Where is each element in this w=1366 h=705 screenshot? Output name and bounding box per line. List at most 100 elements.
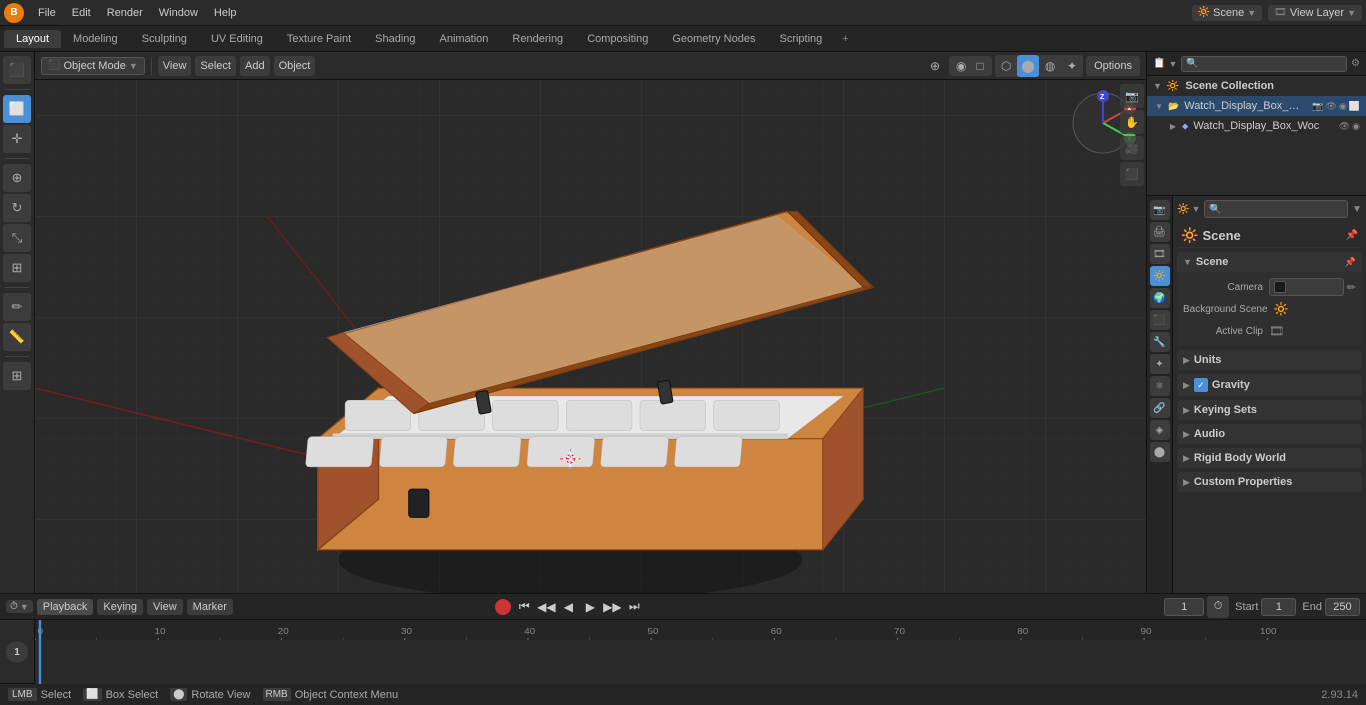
skip-end-btn[interactable]: ⏭ [625, 598, 643, 616]
tab-scripting[interactable]: Scripting [767, 30, 834, 48]
play-reverse-btn[interactable]: ◀ [559, 598, 577, 616]
playback-btn[interactable]: Playback [37, 599, 94, 615]
timer-btn[interactable]: ⏱ [1207, 596, 1229, 618]
menu-render[interactable]: Render [99, 5, 151, 21]
item-0-eye-icon[interactable]: 👁 [1325, 101, 1336, 112]
measure-btn[interactable]: 📏 [3, 323, 31, 351]
item-0-render-icon[interactable]: ◉ [1339, 101, 1347, 112]
end-frame-input[interactable] [1325, 598, 1360, 616]
custom-props-header[interactable]: ▶ Custom Properties [1177, 472, 1362, 492]
wireframe-btn[interactable]: ⬡ [995, 55, 1017, 77]
add-menu-btn[interactable]: Add [240, 56, 270, 76]
item-0-select-icon[interactable]: ⬜ [1349, 101, 1360, 112]
menu-help[interactable]: Help [206, 5, 245, 21]
tab-layout[interactable]: Layout [4, 30, 61, 48]
props-render-icon[interactable]: 📷 [1150, 200, 1170, 220]
timeline-track[interactable]: 0 10 20 30 40 50 60 70 80 90 1 [35, 620, 1366, 684]
props-viewlayer-icon[interactable]: 🎞 [1150, 244, 1170, 264]
tab-geometry-nodes[interactable]: Geometry Nodes [660, 30, 767, 48]
add-workspace-tab[interactable]: + [834, 30, 856, 48]
audio-header[interactable]: ▶ Audio [1177, 424, 1362, 444]
rotate-btn[interactable]: ↻ [3, 194, 31, 222]
record-btn[interactable] [495, 599, 511, 615]
scene-section-header[interactable]: ▼ Scene 📌 [1177, 252, 1362, 272]
gravity-section-header[interactable]: ▶ ✓ Gravity [1177, 374, 1362, 396]
props-object-icon[interactable]: ⬛ [1150, 310, 1170, 330]
camera-lock-btn[interactable]: 🎥 [1120, 136, 1144, 160]
tab-texture-paint[interactable]: Texture Paint [275, 30, 363, 48]
menu-edit[interactable]: Edit [64, 5, 99, 21]
props-physics-icon[interactable]: ⚛ [1150, 376, 1170, 396]
tab-uv-editing[interactable]: UV Editing [199, 30, 275, 48]
rendered-btn[interactable]: ✦ [1061, 55, 1083, 77]
move-btn[interactable]: ⊕ [3, 164, 31, 192]
view-layer-selector[interactable]: 🎞 View Layer ▼ [1268, 5, 1362, 21]
props-output-icon[interactable]: 🖨 [1150, 222, 1170, 242]
editor-type-btn[interactable]: ⬛ [3, 56, 31, 84]
outliner-search[interactable] [1181, 56, 1347, 72]
props-scene-icon[interactable]: 🔆 [1150, 266, 1170, 286]
props-constraints-icon[interactable]: 🔗 [1150, 398, 1170, 418]
collection-expand-icon[interactable] [1153, 81, 1162, 91]
view-btn[interactable]: View [147, 599, 183, 615]
outliner-item-1[interactable]: ▶ ⬥ Watch_Display_Box_Woc 👁 ◉ [1147, 116, 1366, 136]
object-mode-selector[interactable]: ⬛ Object Mode ▼ [41, 57, 145, 75]
camera-pencil-icon[interactable]: ✏ [1347, 281, 1356, 294]
camera-field-input[interactable] [1269, 278, 1344, 296]
item-0-camera-icon[interactable]: 📷 [1312, 101, 1323, 112]
solid-btn[interactable]: ⬤ [1017, 55, 1039, 77]
props-world-icon[interactable]: 🌍 [1150, 288, 1170, 308]
step-back-btn[interactable]: ◀◀ [537, 598, 555, 616]
scene-section-pin[interactable]: 📌 [1345, 257, 1356, 268]
scale-btn[interactable]: ⤡ [3, 224, 31, 252]
props-material-icon[interactable]: ⬤ [1150, 442, 1170, 462]
frame-number-display[interactable]: 1 [6, 641, 28, 663]
tab-sculpting[interactable]: Sculpting [130, 30, 199, 48]
item-1-render-icon[interactable]: ◉ [1352, 121, 1360, 132]
tab-compositing[interactable]: Compositing [575, 30, 660, 48]
props-data-icon[interactable]: ◈ [1150, 420, 1170, 440]
tab-modeling[interactable]: Modeling [61, 30, 130, 48]
play-btn[interactable]: ▶ [581, 598, 599, 616]
xray-btn[interactable]: □ [971, 57, 989, 75]
units-section-header[interactable]: ▶ Units [1177, 350, 1362, 370]
gizmo-toggle[interactable]: ⊕ [924, 55, 946, 77]
scene-pin-icon[interactable]: 📌 [1346, 230, 1358, 241]
outliner-editor-type[interactable]: 📋 ▼ [1153, 58, 1177, 69]
props-filter-icon[interactable]: ▼ [1352, 204, 1362, 215]
item-0-expand[interactable]: ▼ [1153, 102, 1165, 111]
item-1-eye-icon[interactable]: 👁 [1339, 121, 1350, 132]
keying-sets-header[interactable]: ▶ Keying Sets [1177, 400, 1362, 420]
menu-window[interactable]: Window [151, 5, 206, 21]
current-frame-input[interactable] [1164, 598, 1204, 616]
bg-scene-icon[interactable]: 🔆 [1274, 302, 1289, 316]
options-btn[interactable]: Options [1086, 56, 1140, 76]
tab-shading[interactable]: Shading [363, 30, 427, 48]
select-menu-btn[interactable]: Select [195, 56, 236, 76]
view-menu-btn[interactable]: View [158, 56, 192, 76]
props-editor-type[interactable]: 🔆 ▼ [1177, 204, 1200, 215]
timeline-editor-type[interactable]: ⏱ ▼ [6, 600, 33, 613]
rigid-body-header[interactable]: ▶ Rigid Body World [1177, 448, 1362, 468]
overlay-btn[interactable]: ◉ [952, 57, 970, 75]
marker-btn[interactable]: Marker [187, 599, 233, 615]
add-object-btn[interactable]: ⊞ [3, 362, 31, 390]
props-search[interactable] [1204, 200, 1348, 218]
scene-selector[interactable]: 🔆 Scene ▼ [1192, 5, 1263, 21]
active-clip-icon[interactable]: 🎞 [1269, 324, 1284, 338]
start-frame-input[interactable] [1261, 598, 1296, 616]
skip-start-btn[interactable]: ⏮ [515, 598, 533, 616]
hand-tool-btn[interactable]: ✋ [1120, 110, 1144, 134]
transform-btn[interactable]: ⊞ [3, 254, 31, 282]
step-forward-btn[interactable]: ▶▶ [603, 598, 621, 616]
annotate-btn[interactable]: ✏ [3, 293, 31, 321]
tab-rendering[interactable]: Rendering [500, 30, 575, 48]
props-modifier-icon[interactable]: 🔧 [1150, 332, 1170, 352]
keying-btn[interactable]: Keying [97, 599, 143, 615]
render-region-btn[interactable]: ⬛ [1120, 162, 1144, 186]
outliner-item-0[interactable]: ▼ 📂 Watch_Display_Box_Wooden 📷 👁 ◉ ⬜ [1147, 96, 1366, 116]
camera-view-btn[interactable]: 📷 [1120, 84, 1144, 108]
tab-animation[interactable]: Animation [428, 30, 501, 48]
gravity-checkbox[interactable]: ✓ [1194, 378, 1208, 392]
menu-file[interactable]: File [30, 5, 64, 21]
